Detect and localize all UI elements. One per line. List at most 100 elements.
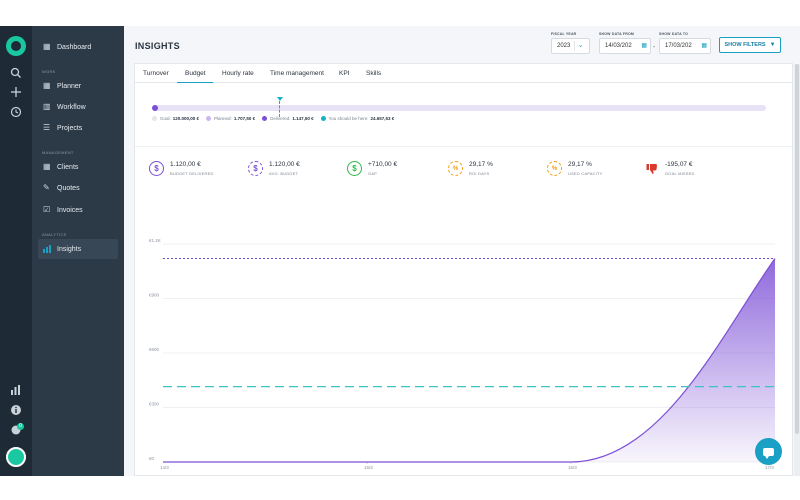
legend-planned: Planned: 1.707,50 € [206,116,255,121]
sidebar-item-label: Invoices [57,206,83,214]
chevron-down-icon: ⌄ [574,41,586,51]
tab-bar: Turnover Budget Hourly rate Time managem… [135,64,792,83]
legend-dot [320,116,326,121]
active-tab-indicator [177,82,213,83]
scrollbar[interactable] [794,64,800,476]
percent-dashed-icon: % [448,161,463,176]
sidebar-item-invoices[interactable]: ☑ Invoices [38,200,118,220]
sidebar-item-quotes[interactable]: ✎ Quotes [38,178,118,198]
tab-time-management[interactable]: Time management [270,70,324,77]
kpi-value: 1.120,00 € [269,161,300,168]
delivered-progress-fill [152,105,158,111]
page-title: INSIGHTS [135,41,180,51]
dollar-dashed-circle-icon: $ [248,161,263,176]
user-avatar[interactable] [6,447,26,467]
scrollbar-thumb[interactable] [795,64,799,434]
sidebar-section-analytics: ANALYTICS [42,232,67,237]
y-tick-label: €300 [149,402,160,407]
kpi-label: AVG. BUDGET [269,171,299,176]
notification-badge: 0 [17,423,24,430]
budget-chart-svg: €0 €300 €600 €900 €1.2K 14/3 15/3 16/3 17/3 [149,238,776,470]
sidebar-item-label: Clients [57,163,79,171]
show-filters-button[interactable]: SHOW FILTERS ▼ [719,37,781,53]
section-divider [135,146,792,147]
y-tick-label: €600 [149,347,160,352]
date-to-input[interactable]: 17/03/202 ▦ [659,38,711,54]
kpi-label: GOAL MISSED [665,171,695,176]
insights-icon [43,245,51,253]
kpi-roi-days: % 29,17 % ROI DAYS [448,161,493,176]
date-from-input[interactable]: 14/03/202 ▦ [599,38,651,54]
filter-icon: ▼ [769,42,776,48]
y-tick-label: €1.2K [149,238,161,243]
chat-button[interactable] [755,438,782,465]
kpi-label: USED CAPACITY [568,171,603,176]
sidebar-section-management: MANAGEMENT [42,150,74,155]
sidebar: ▦ Dashboard WORK ▦ Planner ▥ Workflow ☰ … [32,26,124,476]
calendar-icon: ▦ [641,43,647,49]
sidebar-item-dashboard[interactable]: ▦ Dashboard [38,37,118,57]
y-tick-label: €900 [149,293,160,298]
calendar-icon: ▦ [701,43,707,49]
dollar-circle-icon: $ [347,161,362,176]
kpi-avg-budget: $ 1.120,00 € AVG. BUDGET [248,161,300,176]
series-area [163,258,775,462]
sidebar-section-work: WORK [42,69,56,74]
dollar-circle-icon: $ [149,161,164,176]
workflow-icon: ▥ [43,102,51,111]
invoices-icon: ☑ [43,205,51,214]
info-icon[interactable] [8,404,24,420]
legend-should-be-here: You should be here: 24.657,53 € [320,116,394,121]
icon-rail: 0 [0,26,32,476]
kpi-label: GAP [368,171,378,176]
date-from-value: 14/03/202 [605,43,632,49]
legend-dot [152,116,157,121]
kpi-goal-missed: -195,07 € GOAL MISSED [644,161,695,176]
tab-turnover[interactable]: Turnover [143,70,169,77]
bar-chart-icon[interactable] [8,384,24,400]
tab-kpi[interactable]: KPI [339,70,349,77]
should-be-here-marker [277,97,283,101]
quotes-icon: ✎ [43,183,50,192]
percent-dashed-icon: % [547,161,562,176]
kpi-gap: $ +710,00 € GAP [347,161,397,176]
fiscal-year-select[interactable]: 2023 ⌄ [551,38,590,54]
sidebar-item-workflow[interactable]: ▥ Workflow [38,97,118,117]
search-icon[interactable] [8,67,24,83]
kpi-label: ROI DAYS [469,171,490,176]
budget-chart: €0 €300 €600 €900 €1.2K 14/3 15/3 16/3 17/3 [135,224,794,477]
sidebar-item-label: Projects [57,124,83,132]
kpi-value: 29,17 % [568,161,592,168]
kpi-value: +710,00 € [368,161,398,168]
plus-icon[interactable] [8,86,24,102]
sidebar-item-projects[interactable]: ☰ Projects [38,118,118,138]
sidebar-item-label: Dashboard [57,43,92,51]
sidebar-item-clients[interactable]: ▦ Clients [38,157,118,177]
projects-icon: ☰ [43,123,51,132]
tab-hourly-rate[interactable]: Hourly rate [222,70,254,77]
date-to-label: SHOW DATA TO [659,32,689,36]
x-tick-label: 14/3 [160,465,169,470]
fiscal-year-value: 2023 [557,43,571,49]
main-content: INSIGHTS FISCAL YEAR 2023 ⌄ SHOW DATA FR… [124,26,800,476]
sidebar-item-label: Quotes [57,184,80,192]
date-range-separator: - [653,44,656,51]
clock-icon[interactable] [8,106,24,122]
tab-skills[interactable]: Skills [366,70,381,77]
kpi-budget-delivered: $ 1.120,00 € BUDGET DELIVERED [149,161,214,176]
legend-delivered: Delivered: 1.147,50 € [262,116,314,121]
sidebar-item-insights[interactable]: Insights [38,239,118,259]
sidebar-item-label: Workflow [57,103,86,111]
sidebar-item-label: Insights [57,245,82,253]
clients-icon: ▦ [43,162,51,171]
kpi-value: 29,17 % [469,161,493,168]
logo-icon[interactable] [6,36,26,56]
x-tick-label: 16/3 [568,465,577,470]
thumbs-down-icon [644,161,659,176]
sidebar-item-planner[interactable]: ▦ Planner [38,76,118,96]
tab-budget[interactable]: Budget [185,70,206,77]
legend-dot [206,116,212,121]
kpi-label: BUDGET DELIVERED [170,171,214,176]
legend-dot [262,116,268,121]
app-window: 0 ▦ Dashboard WORK ▦ Planner ▥ Workflow … [0,26,800,476]
